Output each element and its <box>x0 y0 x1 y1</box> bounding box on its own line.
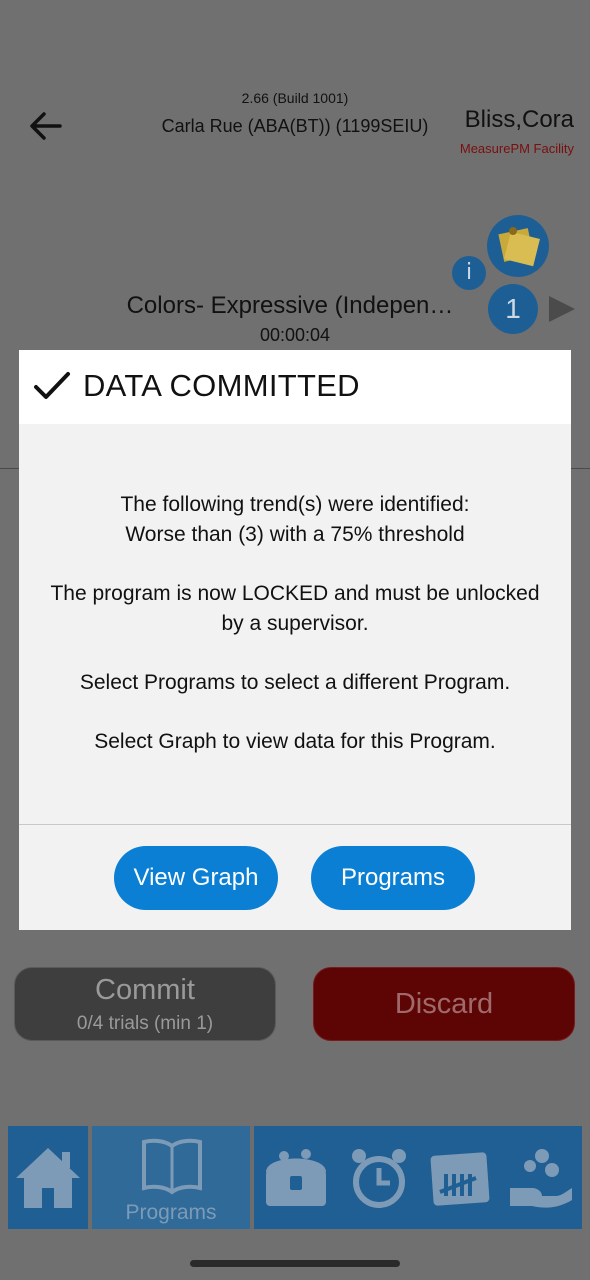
checkmark-icon <box>34 372 70 399</box>
tally-calendar-icon <box>430 1152 490 1206</box>
dialog-message: The following trend(s) were identified: … <box>19 424 571 757</box>
treasure-chest-icon <box>266 1149 326 1206</box>
nav-programs-label: Programs <box>125 1201 217 1224</box>
nav-home[interactable] <box>8 1126 88 1229</box>
data-committed-dialog: DATA COMMITTED The following trend(s) we… <box>19 350 571 930</box>
build-version: 2.66 (Build 1001) <box>241 90 349 106</box>
trend-heading: The following trend(s) were identified: <box>120 493 470 516</box>
nav-rewards[interactable] <box>258 1126 334 1229</box>
nav-divider <box>250 1126 254 1229</box>
commit-trials-count: 0/4 trials (min 1) <box>76 1013 214 1034</box>
programs-button[interactable]: Programs <box>311 846 475 910</box>
commit-button[interactable]: Commit 0/4 trials (min 1) <box>14 967 276 1041</box>
program-timer: 00:00:04 <box>259 325 331 345</box>
nav-tokens[interactable] <box>502 1126 578 1229</box>
staff-name: Carla Rue (ABA(BT)) (1199SEIU) <box>161 116 429 136</box>
commit-label: Commit <box>95 974 195 1006</box>
home-icon <box>16 1148 80 1208</box>
book-icon <box>142 1138 202 1195</box>
client-name: Bliss,Cora <box>464 106 574 133</box>
play-icon[interactable] <box>549 296 575 322</box>
home-indicator[interactable] <box>190 1260 400 1267</box>
facility-name: MeasurePM Facility <box>459 141 574 156</box>
nav-tally[interactable] <box>422 1126 496 1229</box>
notes-button[interactable] <box>487 215 549 277</box>
dialog-divider <box>19 824 571 825</box>
trend-detail: Worse than (3) with a 75% threshold <box>125 523 465 546</box>
back-arrow-icon[interactable] <box>26 108 66 144</box>
info-button[interactable]: i <box>452 256 486 290</box>
alarm-clock-icon <box>352 1149 406 1208</box>
nav-timer[interactable] <box>342 1126 416 1229</box>
dialog-title: DATA COMMITTED <box>83 368 360 403</box>
view-graph-button[interactable]: View Graph <box>114 846 278 910</box>
dialog-header: DATA COMMITTED <box>19 350 571 424</box>
program-title: Colors- Expressive (Indepen… <box>126 292 454 319</box>
programs-hint: Select Programs to select a different Pr… <box>79 671 511 694</box>
bottom-nav: Programs <box>8 1126 582 1229</box>
graph-hint: Select Graph to view data for this Progr… <box>94 730 496 753</box>
nav-programs[interactable]: Programs <box>92 1126 250 1229</box>
hand-coins-icon <box>510 1149 572 1208</box>
sticky-notes-icon <box>498 227 540 267</box>
locked-notice: The program is now LOCKED and must be un… <box>50 582 540 635</box>
discard-button[interactable]: Discard <box>313 967 575 1041</box>
